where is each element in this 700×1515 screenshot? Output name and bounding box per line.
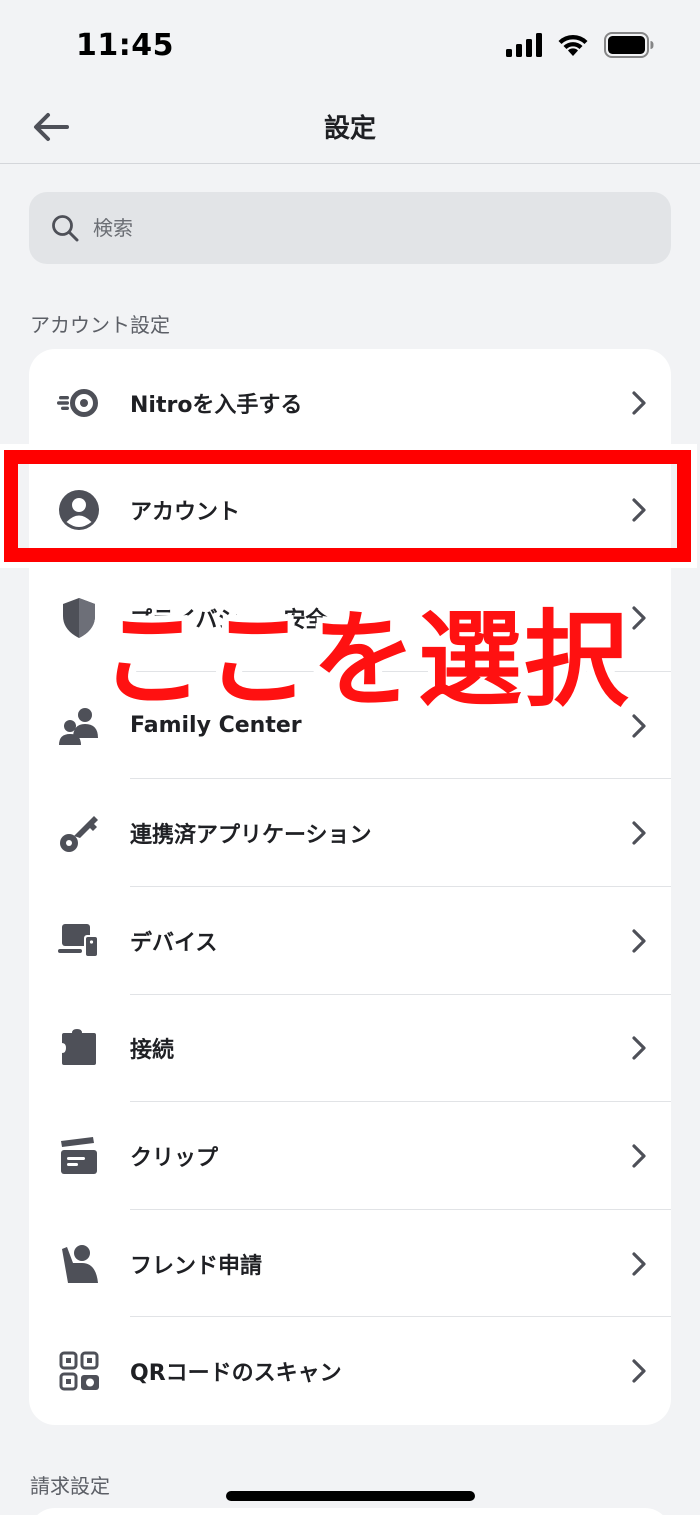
- search-icon: [52, 215, 79, 242]
- settings-item-clips[interactable]: クリップ: [29, 1102, 671, 1210]
- settings-item-label: クリップ: [130, 1145, 219, 1171]
- settings-item-connections[interactable]: 接続: [29, 995, 671, 1103]
- battery-icon: [604, 32, 654, 58]
- chevron-right-icon: [632, 1359, 646, 1383]
- section-heading-account-settings: アカウント設定: [30, 313, 170, 337]
- wifi-icon: [558, 34, 588, 56]
- status-icons: [506, 32, 654, 58]
- header: 設定: [0, 92, 700, 164]
- chevron-right-icon: [632, 1144, 646, 1168]
- qr-scan-icon: [57, 1349, 101, 1393]
- settings-item-devices[interactable]: デバイス: [29, 887, 671, 995]
- section-heading-billing-settings: 請求設定: [30, 1474, 110, 1498]
- search-box[interactable]: [29, 192, 671, 264]
- cellular-signal-icon: [506, 33, 542, 57]
- settings-item-friend-requests[interactable]: フレンド申請: [29, 1210, 671, 1318]
- billing-settings-list: [29, 1508, 671, 1515]
- status-bar: 11:45: [0, 0, 700, 92]
- highlight-box: [4, 450, 691, 562]
- settings-item-label: QRコードのスキャン: [130, 1361, 342, 1387]
- annotation-text: ここを選択: [100, 599, 631, 721]
- family-icon: [57, 704, 101, 748]
- chevron-right-icon: [632, 1251, 646, 1276]
- chevron-right-icon: [632, 1036, 646, 1060]
- page-title: 設定: [323, 114, 376, 144]
- search-input[interactable]: [93, 216, 633, 240]
- nitro-icon: [57, 381, 101, 425]
- key-icon: [57, 811, 101, 855]
- settings-item-label: デバイス: [130, 930, 218, 956]
- chevron-right-icon: [632, 606, 646, 630]
- chevron-right-icon: [632, 821, 646, 845]
- settings-item-authorized-apps[interactable]: 連携済アプリケーション: [29, 779, 671, 887]
- chevron-right-icon: [632, 713, 646, 738]
- settings-item-label: 接続: [130, 1038, 175, 1064]
- settings-item-label: Nitroを入手する: [130, 392, 303, 418]
- settings-item-nitro[interactable]: Nitroを入手する: [29, 349, 671, 457]
- status-time: 11:45: [76, 28, 174, 63]
- settings-item-label: フレンド申請: [130, 1253, 263, 1279]
- chevron-right-icon: [632, 929, 646, 953]
- chevron-right-icon: [632, 391, 646, 415]
- settings-item-label: 連携済アプリケーション: [130, 823, 372, 849]
- puzzle-icon: [57, 1026, 101, 1070]
- shield-icon: [57, 596, 101, 640]
- clapper-icon: [57, 1134, 101, 1178]
- wave-person-icon: [57, 1242, 101, 1286]
- devices-icon: [57, 919, 101, 963]
- home-indicator: [226, 1491, 475, 1501]
- settings-item-qr-scan[interactable]: QRコードのスキャン: [29, 1317, 671, 1425]
